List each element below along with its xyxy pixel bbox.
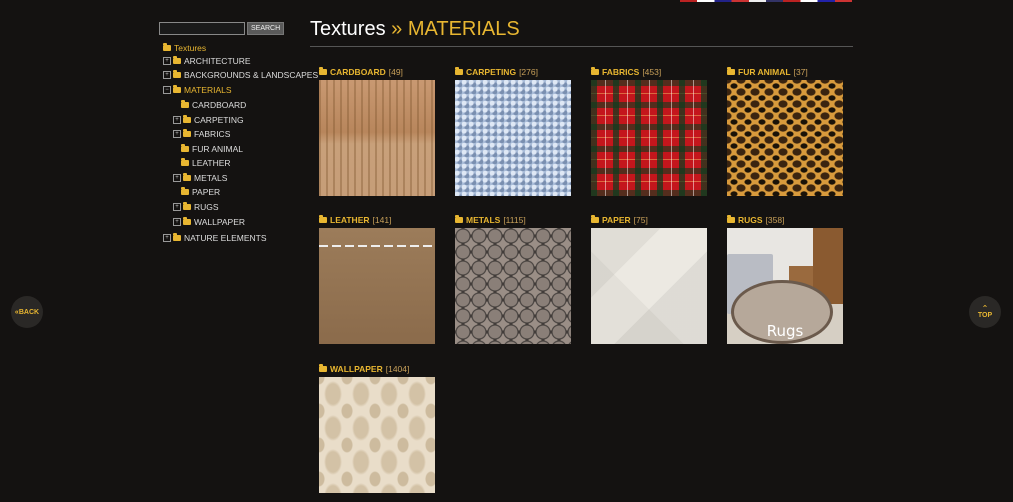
folder-icon <box>173 233 181 241</box>
tree-item-carpeting[interactable]: + CARPETING <box>173 114 244 126</box>
tree-item-nature-elements[interactable]: + NATURE ELEMENTS <box>163 232 267 244</box>
tree-item-metals[interactable]: + METALS <box>173 172 227 184</box>
thumbnail-carpeting[interactable] <box>455 80 571 196</box>
tree-item-fabrics[interactable]: + FABRICS <box>173 128 230 140</box>
expand-icon[interactable]: + <box>163 71 171 79</box>
folder-open-icon <box>163 43 171 51</box>
tree-item-leather[interactable]: LEATHER <box>181 157 231 169</box>
thumbnail-rugs-caption: Rugs <box>766 322 804 340</box>
tree-root-textures[interactable]: Textures <box>163 42 206 54</box>
flag-strip <box>680 0 852 2</box>
expand-icon[interactable]: + <box>173 203 181 211</box>
top-button[interactable]: ⌃ TOP <box>969 296 1001 328</box>
tree-item-cardboard[interactable]: CARDBOARD <box>181 99 246 111</box>
title-divider <box>310 46 853 47</box>
search-input[interactable] <box>159 22 245 35</box>
category-tile-leather[interactable]: LEATHER [141] <box>319 214 435 344</box>
folder-icon <box>181 158 189 166</box>
thumbnail-paper[interactable] <box>591 228 707 344</box>
expand-icon[interactable]: + <box>173 174 181 182</box>
folder-icon <box>183 217 191 225</box>
thumbnail-wallpaper[interactable] <box>319 377 435 493</box>
folder-icon <box>183 173 191 181</box>
thumbnail-leather[interactable] <box>319 228 435 344</box>
thumbnail-fabrics[interactable] <box>591 80 707 196</box>
folder-icon <box>181 144 189 152</box>
category-tile-wallpaper[interactable]: WALLPAPER [1404] <box>319 363 435 493</box>
expand-icon[interactable]: + <box>173 116 181 124</box>
expand-icon[interactable]: + <box>163 234 171 242</box>
category-tile-rugs[interactable]: RUGS [358] Rugs <box>727 214 843 344</box>
search-button[interactable]: SEARCH <box>247 22 285 35</box>
tree-item-materials[interactable]: − MATERIALS <box>163 84 232 96</box>
category-tile-paper[interactable]: PAPER [75] <box>591 214 707 344</box>
page-title: Textures » MATERIALS <box>310 18 520 41</box>
thumbnail-metals[interactable] <box>455 228 571 344</box>
folder-icon <box>181 100 189 108</box>
title-root-link[interactable]: Textures <box>310 18 386 40</box>
title-separator: » <box>391 18 403 40</box>
folder-icon <box>319 67 327 75</box>
folder-icon <box>319 215 327 223</box>
tree-item-wallpaper[interactable]: + WALLPAPER <box>173 216 245 228</box>
tree-item-backgrounds-landscapes[interactable]: + BACKGROUNDS & LANDSCAPES <box>163 69 318 81</box>
folder-icon <box>181 187 189 195</box>
folder-icon <box>591 215 599 223</box>
folder-icon <box>319 364 327 372</box>
tree-item-paper[interactable]: PAPER <box>181 186 220 198</box>
back-button[interactable]: «BACK <box>11 296 43 328</box>
folder-icon <box>173 70 181 78</box>
expand-icon[interactable]: + <box>163 57 171 65</box>
category-tile-fur-animal[interactable]: FUR ANIMAL [37] <box>727 66 843 196</box>
folder-icon <box>183 129 191 137</box>
tree-item-rugs[interactable]: + RUGS <box>173 201 219 213</box>
stitch-line <box>319 245 435 247</box>
category-tile-carpeting[interactable]: CARPETING [276] <box>455 66 571 196</box>
folder-icon <box>183 202 191 210</box>
tree-item-fur-animal[interactable]: FUR ANIMAL <box>181 143 243 155</box>
expand-icon[interactable]: + <box>173 218 181 226</box>
folder-icon <box>183 115 191 123</box>
folder-icon <box>727 67 735 75</box>
folder-icon <box>591 67 599 75</box>
category-tile-metals[interactable]: METALS [1115] <box>455 214 571 344</box>
tree-item-architecture[interactable]: + ARCHITECTURE <box>163 55 251 67</box>
title-current: MATERIALS <box>407 18 520 40</box>
folder-icon <box>173 56 181 64</box>
folder-icon <box>727 215 735 223</box>
folder-open-icon <box>173 85 181 93</box>
collapse-icon[interactable]: − <box>163 86 171 94</box>
thumbnail-rugs[interactable]: Rugs <box>727 228 843 344</box>
folder-icon <box>455 215 463 223</box>
category-tile-cardboard[interactable]: CARDBOARD [49] <box>319 66 435 196</box>
category-tile-fabrics[interactable]: FABRICS [453] <box>591 66 707 196</box>
thumbnail-cardboard[interactable] <box>319 80 435 196</box>
search-form: SEARCH <box>159 22 285 36</box>
thumbnail-fur-animal[interactable] <box>727 80 843 196</box>
expand-icon[interactable]: + <box>173 130 181 138</box>
folder-icon <box>455 67 463 75</box>
